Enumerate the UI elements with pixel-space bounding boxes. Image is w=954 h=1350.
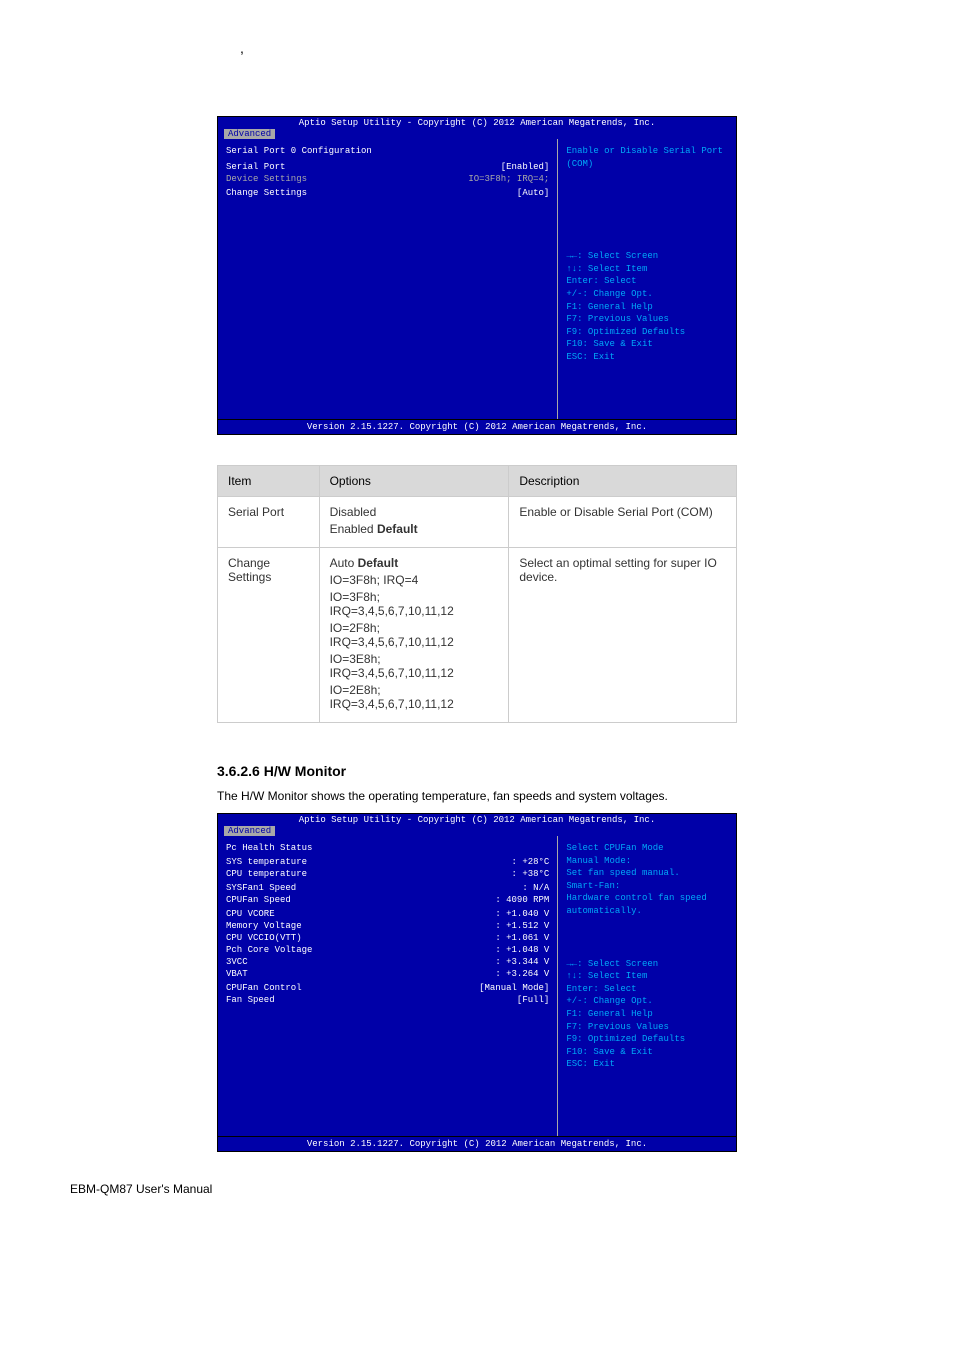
bios-row: Fan Speed[Full] [226, 994, 549, 1006]
bios-row: CPU temperature: +38°C [226, 868, 549, 880]
bios2-tab: Advanced [224, 826, 275, 836]
bios-row: SYSFan1 Speed: N/A [226, 882, 549, 894]
bios-row: CPU VCORE: +1.040 V [226, 908, 549, 920]
bios-row: CPUFan Speed: 4090 RPM [226, 894, 549, 906]
bios2-help: Select CPUFan ModeManual Mode:Set fan sp… [566, 842, 728, 918]
section-title: 3.6.2.6 H/W Monitor [217, 763, 737, 779]
table-header-item: Item [218, 466, 320, 497]
settings-table: Item Options Description Serial PortDisa… [217, 465, 737, 723]
bios-row: Memory Voltage: +1.512 V [226, 920, 549, 932]
bios-row: SYS temperature: +28°C [226, 856, 549, 868]
bios2-header: Aptio Setup Utility - Copyright (C) 2012… [218, 814, 736, 826]
bios2-footer: Version 2.15.1227. Copyright (C) 2012 Am… [218, 1136, 736, 1151]
bios1-footer: Version 2.15.1227. Copyright (C) 2012 Am… [218, 419, 736, 434]
bios1-tab: Advanced [224, 129, 275, 139]
bios-row: CPU VCCIO(VTT): +1.061 V [226, 932, 549, 944]
bios1-help: Enable or Disable Serial Port (COM) [566, 145, 728, 170]
bios-row: Change Settings[Auto] [226, 187, 549, 199]
bios-row: 3VCC: +3.344 V [226, 956, 549, 968]
table-header-desc: Description [509, 466, 737, 497]
bios-screenshot-1: Aptio Setup Utility - Copyright (C) 2012… [217, 116, 737, 435]
bios-screenshot-2: Aptio Setup Utility - Copyright (C) 2012… [217, 813, 737, 1152]
bios-row: Pch Core Voltage: +1.048 V [226, 944, 549, 956]
bios-row: Device SettingsIO=3F8h; IRQ=4; [226, 173, 549, 185]
bios2-title: Pc Health Status [226, 843, 312, 853]
bios1-header: Aptio Setup Utility - Copyright (C) 2012… [218, 117, 736, 129]
bios-row: Serial Port[Enabled] [226, 161, 549, 173]
bios-row: VBAT: +3.264 V [226, 968, 549, 980]
section-desc: The H/W Monitor shows the operating temp… [217, 789, 737, 803]
table-row: Serial PortDisabledEnabled DefaultEnable… [218, 497, 737, 548]
bios1-nav: →←: Select Screen↑↓: Select ItemEnter: S… [566, 250, 728, 363]
bios2-nav: →←: Select Screen↑↓: Select ItemEnter: S… [566, 958, 728, 1071]
bios1-title: Serial Port 0 Configuration [226, 146, 372, 156]
table-header-options: Options [319, 466, 509, 497]
page-footer: EBM-QM87 User's Manual [70, 1182, 954, 1196]
table-row: Change SettingsAuto DefaultIO=3F8h; IRQ=… [218, 548, 737, 723]
comma-text: , [240, 40, 834, 56]
bios-row: CPUFan Control[Manual Mode] [226, 982, 549, 994]
